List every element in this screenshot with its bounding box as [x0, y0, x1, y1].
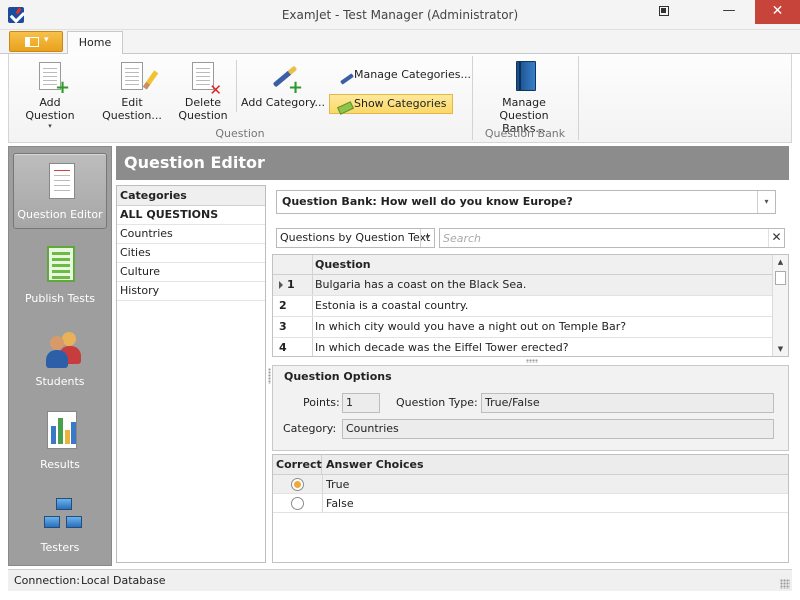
column-header-correct[interactable]: Correct	[273, 455, 322, 474]
tab-home[interactable]: Home	[67, 31, 123, 55]
search-input[interactable]	[440, 229, 760, 247]
questions-scrollbar[interactable]: ▲ ▼	[772, 255, 788, 356]
add-document-icon: +	[34, 60, 70, 97]
ribbon: + Add Question ▾ Edit Question... ✕ Dele…	[8, 54, 792, 143]
splitter-handle[interactable]	[526, 359, 538, 363]
title-bar: ExamJet - Test Manager (Administrator) —…	[0, 0, 800, 30]
answer-choices-grid: Correct Answer Choices True False	[272, 454, 789, 563]
question-options-panel: Question Options Points: 1 Question Type…	[268, 365, 789, 451]
panel-grip-icon[interactable]	[268, 368, 271, 384]
results-chart-icon	[44, 409, 77, 453]
nav-item-testers[interactable]: Testers	[13, 485, 107, 561]
show-categories-button[interactable]: Show Categories	[329, 94, 454, 115]
search-box: ✕	[439, 228, 785, 248]
column-header-question[interactable]: Question	[315, 255, 371, 274]
question-bank-select[interactable]: Question Bank: How well do you know Euro…	[276, 190, 776, 214]
chevron-down-icon: ▾	[757, 191, 775, 213]
group-label-question: Question	[215, 127, 265, 140]
minimize-button[interactable]: —	[715, 0, 743, 24]
table-row[interactable]: 1 Bulgaria has a coast on the Black Sea.	[273, 275, 773, 296]
network-computers-icon	[44, 492, 82, 536]
chevron-down-icon: ▾	[44, 35, 49, 45]
correct-radio[interactable]	[291, 478, 304, 491]
publish-icon	[44, 243, 76, 287]
row-pointer-icon	[279, 281, 283, 289]
question-filter-select[interactable]: Questions by Question Text ▾	[276, 228, 435, 248]
table-row[interactable]: 4 In which decade was the Eiffel Tower e…	[273, 338, 773, 356]
page-title: Question Editor	[116, 146, 789, 180]
points-label: Points:	[303, 396, 340, 409]
chevron-down-icon: ▾	[420, 229, 434, 247]
category-item[interactable]: Cities	[117, 244, 265, 263]
restore-button[interactable]	[650, 0, 678, 24]
restore-icon	[659, 6, 669, 16]
question-type-label: Question Type:	[396, 396, 478, 409]
status-bar: Connection: Local Database	[8, 569, 792, 591]
category-item[interactable]: Countries	[117, 225, 265, 244]
question-options-title: Question Options	[284, 370, 392, 383]
nav-item-students[interactable]: Students	[13, 319, 107, 395]
categories-header: Categories	[117, 186, 265, 206]
question-workspace: Question Bank: How well do you know Euro…	[268, 185, 789, 563]
nav-item-results[interactable]: Results	[13, 402, 107, 478]
connection-value: Local Database	[81, 574, 166, 587]
document-icon	[45, 161, 77, 205]
connection-label: Connection:	[14, 574, 80, 587]
nav-item-publish-tests[interactable]: Publish Tests	[13, 236, 107, 312]
answer-row[interactable]: True	[273, 475, 788, 494]
category-field[interactable]: Countries	[342, 419, 774, 439]
manage-categories-button[interactable]: Manage Categories...	[329, 65, 478, 85]
row-number-header	[273, 255, 313, 275]
navigation-panel: Question Editor Publish Tests Students R…	[8, 146, 112, 566]
window-title: ExamJet - Test Manager (Administrator)	[281, 8, 519, 22]
book-icon	[508, 60, 540, 92]
group-separator	[578, 56, 579, 140]
category-item[interactable]: Culture	[117, 263, 265, 282]
nav-item-question-editor[interactable]: Question Editor	[13, 153, 107, 229]
close-button[interactable]: ✕	[755, 0, 800, 24]
column-header-answer-choices[interactable]: Answer Choices	[326, 455, 424, 474]
ribbon-tab-strip: ▾ Home	[0, 30, 800, 55]
delete-document-icon: ✕	[187, 60, 222, 98]
add-question-button[interactable]: + Add Question ▾	[15, 60, 85, 131]
table-row[interactable]: 2 Estonia is a coastal country.	[273, 296, 773, 317]
edit-document-icon	[116, 60, 159, 92]
students-icon	[44, 326, 81, 370]
category-label: Category:	[283, 422, 337, 435]
tag-icon	[334, 69, 354, 85]
edit-question-button[interactable]: Edit Question...	[91, 60, 173, 122]
tags-icon	[334, 98, 354, 115]
resize-grip-icon[interactable]	[780, 579, 790, 589]
category-item[interactable]: ALL QUESTIONS	[117, 206, 265, 225]
magic-wand-icon: +	[267, 60, 303, 97]
questions-grid-header: Question	[273, 255, 773, 275]
ribbon-separator	[236, 60, 237, 112]
scroll-up-icon[interactable]: ▲	[773, 255, 788, 269]
app-menu-button[interactable]: ▾	[9, 31, 63, 52]
group-label-question-bank: Question Bank	[484, 127, 566, 140]
correct-radio[interactable]	[291, 497, 304, 510]
app-menu-icon	[25, 37, 39, 47]
table-row[interactable]: 3 In which city would you have a night o…	[273, 317, 773, 338]
questions-grid: Question 1 Bulgaria has a coast on the B…	[272, 254, 789, 357]
scrollbar-thumb[interactable]	[775, 271, 786, 285]
answer-row[interactable]: False	[273, 494, 788, 513]
answers-header: Correct Answer Choices	[273, 455, 788, 475]
scroll-down-icon[interactable]: ▼	[773, 342, 788, 356]
delete-question-button[interactable]: ✕ Delete Question	[175, 60, 231, 122]
categories-panel: Categories ALL QUESTIONS Countries Citie…	[116, 185, 266, 563]
manage-question-banks-button[interactable]: Manage Question Banks...	[476, 60, 572, 135]
points-field[interactable]: 1	[342, 393, 380, 413]
category-item[interactable]: History	[117, 282, 265, 301]
clear-search-icon[interactable]: ✕	[768, 229, 784, 247]
add-category-button[interactable]: + Add Category...	[241, 60, 325, 109]
question-type-field[interactable]: True/False	[481, 393, 774, 413]
